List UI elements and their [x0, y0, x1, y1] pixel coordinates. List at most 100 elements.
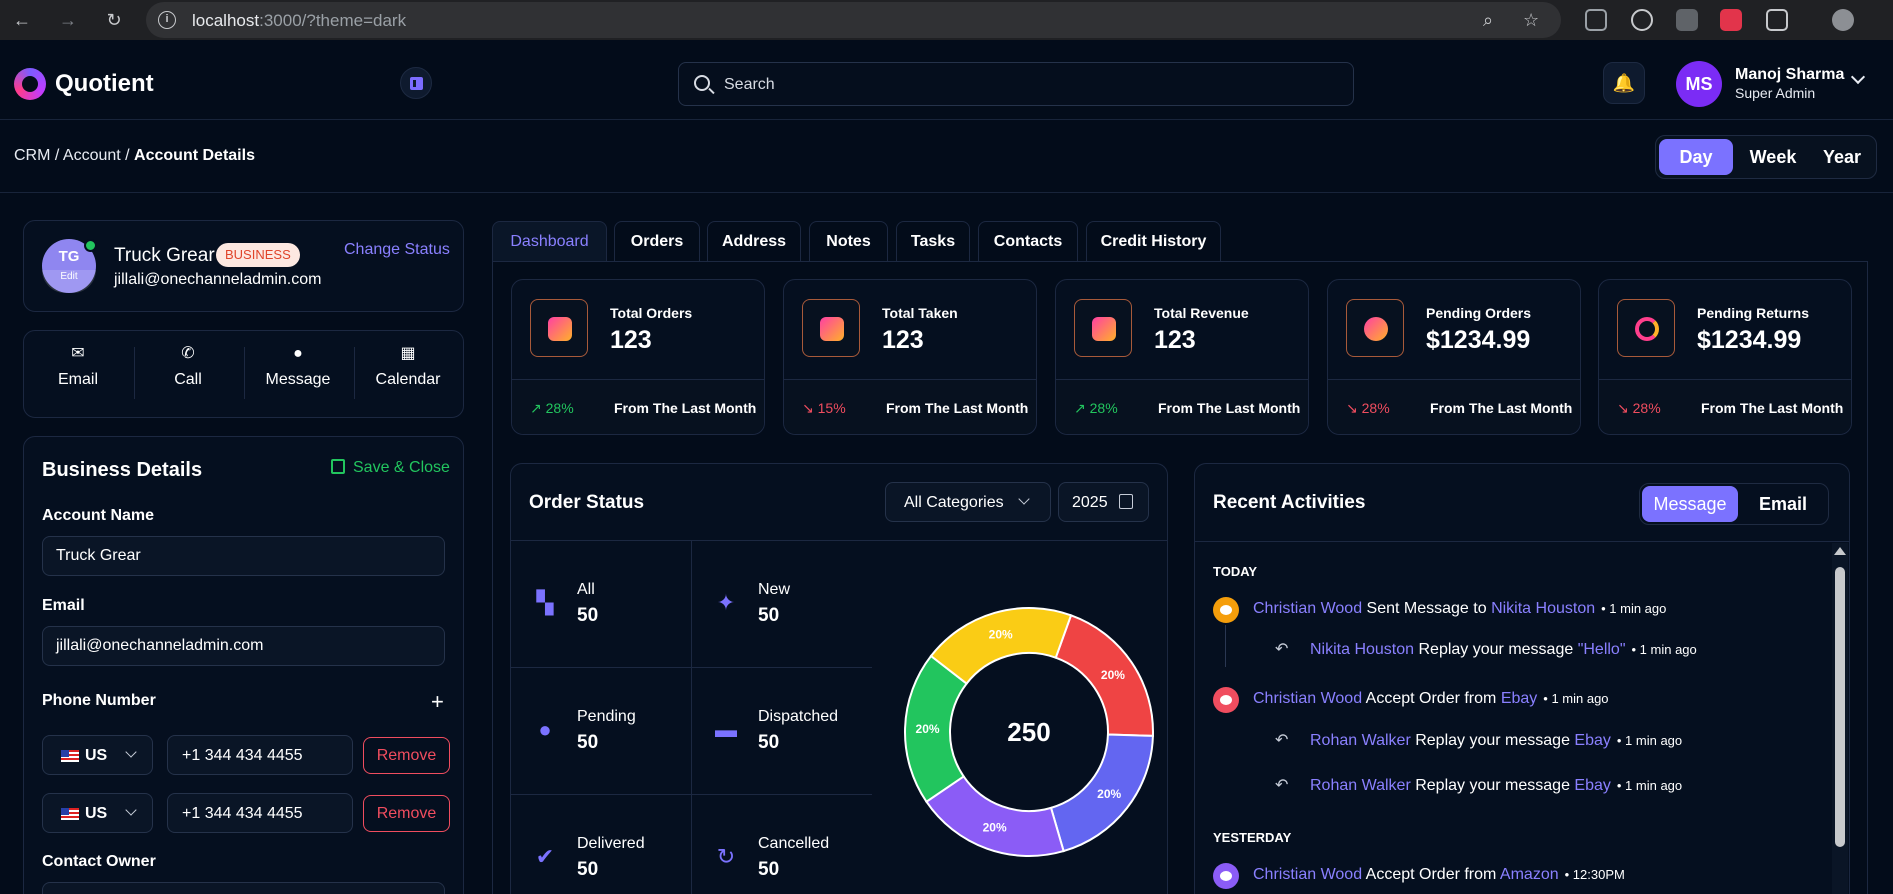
account-avatar[interactable]: TG Edit — [42, 239, 97, 293]
category-select[interactable]: All Categories — [885, 482, 1051, 522]
donut-slice-label: 20% — [989, 628, 1013, 642]
day-label-yesterday: YESTERDAY — [1213, 830, 1292, 845]
forward-icon[interactable]: → — [56, 8, 80, 32]
phone-field[interactable]: +1 344 434 4455 — [167, 735, 353, 775]
search-input[interactable]: Search — [678, 62, 1354, 106]
reload-icon[interactable]: ↻ — [102, 8, 126, 32]
status-cancelled[interactable]: ↻ Cancelled 50 — [692, 795, 872, 894]
call-action[interactable]: ✆ Call — [134, 345, 242, 389]
extension-icon[interactable] — [1720, 9, 1742, 31]
business-details-title: Business Details — [42, 459, 203, 481]
extension-icon[interactable] — [1585, 9, 1607, 31]
address-bar[interactable]: i localhost:3000/?theme=dark ⌕ ☆ — [146, 2, 1561, 38]
country-code-select[interactable]: US — [42, 735, 153, 775]
sidebar-toggle-button[interactable] — [400, 67, 432, 99]
breadcrumb-bar: CRM / Account / Account Details Day Week… — [0, 121, 1893, 193]
save-close-button[interactable]: Save & Close — [331, 459, 450, 477]
verified-icon: ✔ — [535, 844, 555, 869]
order-status-donut-chart: 20% 20% 20% 20% 20% 250 — [904, 607, 1154, 857]
profile-avatar-icon[interactable] — [1832, 9, 1854, 31]
order-status-title: Order Status — [529, 492, 645, 513]
url-text: localhost:3000/?theme=dark — [192, 11, 407, 30]
tab-credit-history[interactable]: Credit History — [1086, 221, 1221, 262]
add-phone-button[interactable]: + — [431, 689, 444, 715]
day-label-today: TODAY — [1213, 564, 1258, 579]
app-name: Quotient — [55, 70, 154, 97]
coins-icon — [1074, 299, 1132, 357]
remove-phone-button[interactable]: Remove — [363, 795, 450, 832]
save-icon — [331, 459, 345, 474]
edit-avatar-button[interactable]: Edit — [42, 270, 96, 293]
back-icon[interactable]: ← — [10, 8, 34, 32]
activity-item: Rohan Walker Replay your message Ebay • 1… — [1310, 732, 1683, 749]
breadcrumb: CRM / Account / Account Details — [14, 147, 255, 164]
message-toggle-button[interactable]: Message — [1642, 486, 1738, 522]
notification-bell-icon[interactable]: 🔔 — [1603, 62, 1645, 104]
bag-icon — [530, 299, 588, 357]
scrollbar-thumb[interactable] — [1835, 567, 1845, 847]
status-dispatched[interactable]: ▬ Dispatched 50 — [692, 668, 872, 795]
trend-down-icon: ↘ 28% — [1617, 400, 1661, 416]
puzzle-icon[interactable] — [1766, 9, 1788, 31]
email-action[interactable]: ✉ Email — [24, 345, 132, 389]
user-name[interactable]: Manoj Sharma — [1735, 66, 1844, 84]
reply-icon: ↶ — [1275, 641, 1289, 658]
status-delivered[interactable]: ✔ Delivered 50 — [511, 795, 691, 894]
phone-field[interactable]: +1 344 434 4455 — [167, 793, 353, 833]
stat-card-pending-returns: Pending Returns $1234.99 ↘ 28% From The L… — [1598, 279, 1852, 435]
extension-icon[interactable] — [1631, 9, 1653, 31]
account-name-field[interactable]: Truck Grear — [42, 536, 445, 576]
range-year-button[interactable]: Year — [1810, 139, 1874, 175]
email-toggle-button[interactable]: Email — [1740, 486, 1826, 522]
tab-orders[interactable]: Orders — [614, 221, 700, 262]
range-week-button[interactable]: Week — [1736, 139, 1810, 175]
message-action[interactable]: ● Message — [244, 345, 352, 389]
chevron-down-icon[interactable] — [1850, 69, 1866, 85]
tab-address[interactable]: Address — [707, 221, 801, 262]
spinner-icon — [1617, 299, 1675, 357]
email-field[interactable]: jillali@onechanneladmin.com — [42, 626, 445, 666]
status-all[interactable]: ▚ All 50 — [511, 541, 691, 668]
scroll-up-icon[interactable] — [1834, 547, 1846, 555]
zoom-icon[interactable]: ⌕ — [1483, 10, 1493, 31]
tab-tasks[interactable]: Tasks — [896, 221, 970, 262]
breadcrumb-account[interactable]: Account — [63, 147, 121, 164]
activity-item: Rohan Walker Replay your message Ebay • 1… — [1310, 777, 1683, 794]
tab-notes[interactable]: Notes — [809, 221, 888, 262]
trend-down-icon: ↘ 28% — [1346, 400, 1390, 416]
country-code-select[interactable]: US — [42, 793, 153, 833]
status-new[interactable]: ✦ New 50 — [692, 541, 872, 668]
donut-slice-label: 20% — [1101, 668, 1125, 682]
chat-icon — [1213, 597, 1239, 623]
remove-phone-button[interactable]: Remove — [363, 737, 450, 774]
stat-card-pending-orders: Pending Orders $1234.99 ↘ 28% From The La… — [1327, 279, 1581, 435]
phone-number-label: Phone Number — [42, 692, 156, 709]
year-picker[interactable]: 2025 — [1058, 482, 1149, 522]
activity-item: Christian Wood Sent Message to Nikita Ho… — [1253, 600, 1667, 617]
status-pending[interactable]: ● Pending 50 — [511, 668, 691, 795]
phone-icon: ✆ — [181, 345, 195, 362]
stat-card-total-revenue: Total Revenue 123 ↗ 28% From The Last Mon… — [1055, 279, 1309, 435]
bookmark-star-icon[interactable]: ☆ — [1523, 10, 1539, 31]
us-flag-icon — [61, 750, 79, 762]
contact-owner-field[interactable] — [42, 882, 445, 894]
range-day-button[interactable]: Day — [1659, 139, 1733, 175]
activity-item: Christian Wood Accept Order from Amazon •… — [1253, 866, 1625, 883]
change-status-link[interactable]: Change Status — [344, 241, 450, 259]
donut-slice[interactable] — [929, 607, 1073, 685]
trend-up-icon: ↗ 28% — [1074, 400, 1118, 416]
breadcrumb-crm[interactable]: CRM — [14, 147, 50, 164]
tab-contacts[interactable]: Contacts — [978, 221, 1078, 262]
avatar[interactable]: MS — [1676, 61, 1722, 107]
user-role: Super Admin — [1735, 85, 1816, 101]
site-info-icon[interactable]: i — [158, 11, 176, 29]
stopwatch-icon — [1346, 299, 1404, 357]
stat-card-total-orders: Total Orders 123 ↗ 28% From The Last Mont… — [511, 279, 765, 435]
chat-icon — [1213, 687, 1239, 713]
chat-icon: ● — [293, 345, 303, 362]
extension-icon[interactable] — [1676, 9, 1698, 31]
tab-dashboard[interactable]: Dashboard — [492, 221, 607, 262]
calendar-action[interactable]: ▦ Calendar — [354, 345, 462, 389]
donut-center-total: 250 — [1007, 717, 1050, 747]
search-placeholder: Search — [724, 76, 775, 93]
